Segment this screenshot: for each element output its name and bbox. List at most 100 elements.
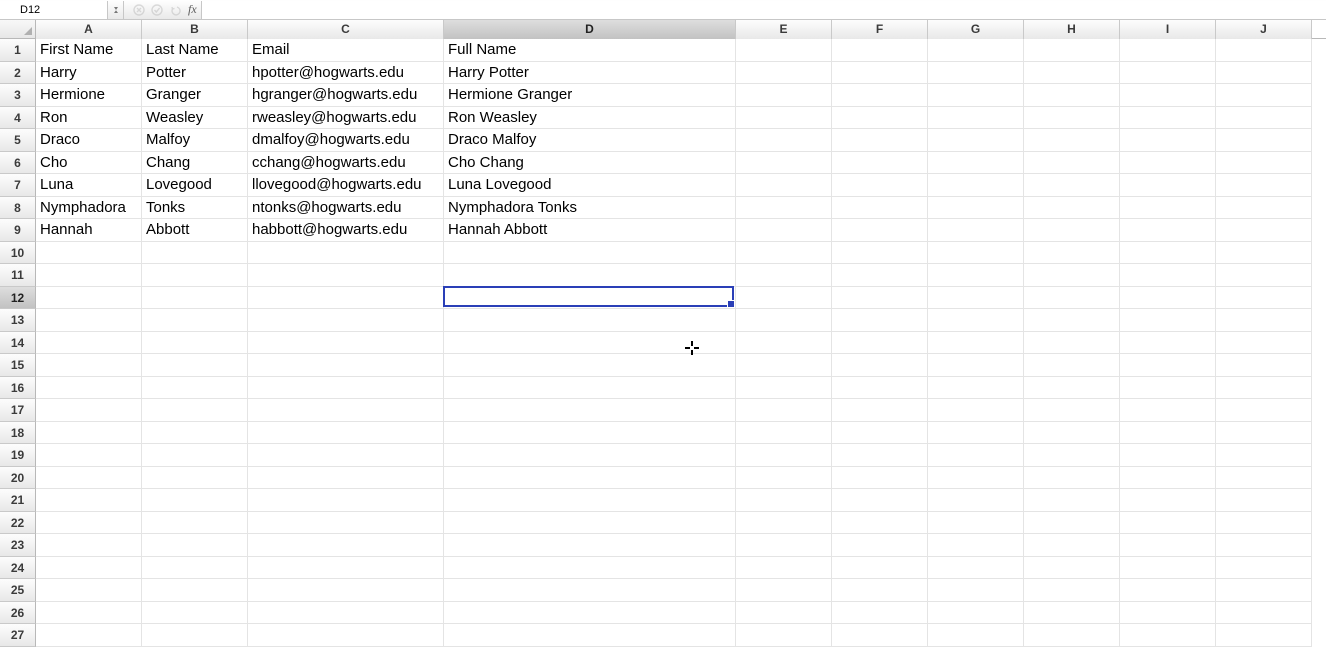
cell-J5[interactable] — [1216, 129, 1312, 152]
formula-input[interactable] — [201, 1, 1326, 19]
row-header-4[interactable]: 4 — [0, 107, 36, 130]
cell-D24[interactable] — [444, 557, 736, 580]
cell-G12[interactable] — [928, 287, 1024, 310]
cell-D22[interactable] — [444, 512, 736, 535]
cell-D23[interactable] — [444, 534, 736, 557]
cell-G27[interactable] — [928, 624, 1024, 647]
cell-J22[interactable] — [1216, 512, 1312, 535]
spreadsheet-grid[interactable]: ABCDEFGHIJ 1First NameLast NameEmailFull… — [0, 20, 1326, 647]
cell-H12[interactable] — [1024, 287, 1120, 310]
cell-G18[interactable] — [928, 422, 1024, 445]
cell-I12[interactable] — [1120, 287, 1216, 310]
cell-B20[interactable] — [142, 467, 248, 490]
cell-D15[interactable] — [444, 354, 736, 377]
cell-E10[interactable] — [736, 242, 832, 265]
col-header-E[interactable]: E — [736, 20, 832, 39]
row-header-14[interactable]: 14 — [0, 332, 36, 355]
cell-D5[interactable]: Draco Malfoy — [444, 129, 736, 152]
cell-H22[interactable] — [1024, 512, 1120, 535]
cell-C5[interactable]: dmalfoy@hogwarts.edu — [248, 129, 444, 152]
cell-D13[interactable] — [444, 309, 736, 332]
cell-I11[interactable] — [1120, 264, 1216, 287]
cell-C25[interactable] — [248, 579, 444, 602]
cell-B7[interactable]: Lovegood — [142, 174, 248, 197]
row-header-5[interactable]: 5 — [0, 129, 36, 152]
cell-G6[interactable] — [928, 152, 1024, 175]
cell-A20[interactable] — [36, 467, 142, 490]
cell-D26[interactable] — [444, 602, 736, 625]
cell-C7[interactable]: llovegood@hogwarts.edu — [248, 174, 444, 197]
cell-H21[interactable] — [1024, 489, 1120, 512]
cell-J15[interactable] — [1216, 354, 1312, 377]
cell-H9[interactable] — [1024, 219, 1120, 242]
cell-J24[interactable] — [1216, 557, 1312, 580]
cell-F1[interactable] — [832, 39, 928, 62]
col-header-B[interactable]: B — [142, 20, 248, 39]
cell-C17[interactable] — [248, 399, 444, 422]
cell-E16[interactable] — [736, 377, 832, 400]
row-header-23[interactable]: 23 — [0, 534, 36, 557]
cell-D8[interactable]: Nymphadora Tonks — [444, 197, 736, 220]
cell-G23[interactable] — [928, 534, 1024, 557]
cell-E3[interactable] — [736, 84, 832, 107]
cell-F11[interactable] — [832, 264, 928, 287]
cell-D10[interactable] — [444, 242, 736, 265]
cell-G26[interactable] — [928, 602, 1024, 625]
cell-D20[interactable] — [444, 467, 736, 490]
cell-G19[interactable] — [928, 444, 1024, 467]
cell-F15[interactable] — [832, 354, 928, 377]
cell-C12[interactable] — [248, 287, 444, 310]
cell-B21[interactable] — [142, 489, 248, 512]
cell-F5[interactable] — [832, 129, 928, 152]
cell-H1[interactable] — [1024, 39, 1120, 62]
cell-J23[interactable] — [1216, 534, 1312, 557]
cell-A14[interactable] — [36, 332, 142, 355]
cell-F16[interactable] — [832, 377, 928, 400]
cell-B11[interactable] — [142, 264, 248, 287]
cell-A16[interactable] — [36, 377, 142, 400]
cell-B18[interactable] — [142, 422, 248, 445]
row-header-12[interactable]: 12 — [0, 287, 36, 310]
cell-B14[interactable] — [142, 332, 248, 355]
cell-I20[interactable] — [1120, 467, 1216, 490]
cell-A22[interactable] — [36, 512, 142, 535]
col-header-D[interactable]: D — [444, 20, 736, 39]
cell-H23[interactable] — [1024, 534, 1120, 557]
cell-J26[interactable] — [1216, 602, 1312, 625]
cell-E27[interactable] — [736, 624, 832, 647]
cell-D4[interactable]: Ron Weasley — [444, 107, 736, 130]
cell-A2[interactable]: Harry — [36, 62, 142, 85]
cell-E25[interactable] — [736, 579, 832, 602]
cell-G2[interactable] — [928, 62, 1024, 85]
cell-E8[interactable] — [736, 197, 832, 220]
cell-I1[interactable] — [1120, 39, 1216, 62]
cell-H26[interactable] — [1024, 602, 1120, 625]
cell-I10[interactable] — [1120, 242, 1216, 265]
cell-C23[interactable] — [248, 534, 444, 557]
cell-B1[interactable]: Last Name — [142, 39, 248, 62]
cell-I22[interactable] — [1120, 512, 1216, 535]
cell-E13[interactable] — [736, 309, 832, 332]
cell-F23[interactable] — [832, 534, 928, 557]
cell-G17[interactable] — [928, 399, 1024, 422]
cell-I9[interactable] — [1120, 219, 1216, 242]
cell-C6[interactable]: cchang@hogwarts.edu — [248, 152, 444, 175]
cell-J14[interactable] — [1216, 332, 1312, 355]
cell-C26[interactable] — [248, 602, 444, 625]
cell-J19[interactable] — [1216, 444, 1312, 467]
cell-H7[interactable] — [1024, 174, 1120, 197]
cell-C19[interactable] — [248, 444, 444, 467]
cell-F20[interactable] — [832, 467, 928, 490]
cell-J1[interactable] — [1216, 39, 1312, 62]
cell-B15[interactable] — [142, 354, 248, 377]
cell-I6[interactable] — [1120, 152, 1216, 175]
cell-B3[interactable]: Granger — [142, 84, 248, 107]
cell-H24[interactable] — [1024, 557, 1120, 580]
col-header-F[interactable]: F — [832, 20, 928, 39]
cell-I2[interactable] — [1120, 62, 1216, 85]
col-header-J[interactable]: J — [1216, 20, 1312, 39]
cell-E11[interactable] — [736, 264, 832, 287]
cell-J16[interactable] — [1216, 377, 1312, 400]
cell-I13[interactable] — [1120, 309, 1216, 332]
cell-A12[interactable] — [36, 287, 142, 310]
